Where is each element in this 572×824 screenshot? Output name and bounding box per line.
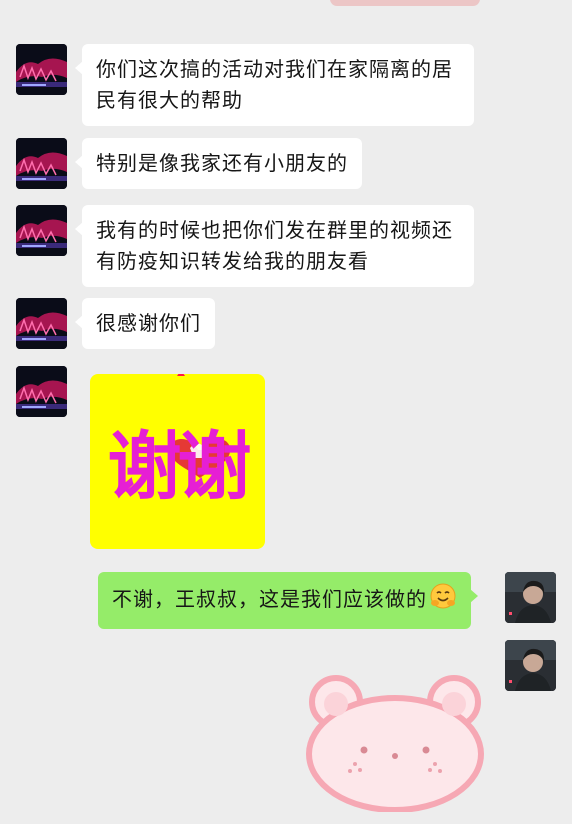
avatar-night-scene-image — [16, 44, 67, 95]
message-text: 我有的时候也把你们发在群里的视频还有防疫知识转发给我的朋友看 — [96, 218, 453, 273]
sticker-xiexie[interactable]: 谢谢 — [90, 374, 265, 549]
avatar-night-scene-image — [16, 298, 67, 349]
message-text: 不谢，王叔叔，这是我们应该做的 — [112, 587, 427, 611]
message-text: 特别是像我家还有小朋友的 — [96, 151, 348, 175]
avatar-contact[interactable] — [16, 366, 67, 417]
avatar-portrait-image — [505, 640, 556, 691]
hugging-face-emoji-icon — [429, 582, 457, 619]
message-bubble-incoming[interactable]: 很感谢你们 — [75, 298, 215, 349]
message-bubble-incoming[interactable]: 你们这次搞的活动对我们在家隔离的居民有很大的帮助 — [75, 44, 474, 126]
avatar-contact[interactable] — [16, 138, 67, 189]
avatar-contact[interactable] — [16, 44, 67, 95]
avatar-portrait-image — [505, 572, 556, 623]
avatar-contact[interactable] — [16, 205, 67, 256]
avatar-night-scene-image — [16, 205, 67, 256]
avatar-self[interactable] — [505, 640, 556, 691]
sticker-text: 谢谢 — [107, 424, 252, 510]
sticker-pink-bear[interactable] — [300, 672, 490, 813]
previous-message-fragment — [330, 0, 480, 6]
avatar-self[interactable] — [505, 572, 556, 623]
message-bubble-outgoing[interactable]: 不谢，王叔叔，这是我们应该做的 — [98, 572, 478, 629]
bear-face-icon — [306, 675, 484, 813]
message-bubble-incoming[interactable]: 我有的时候也把你们发在群里的视频还有防疫知识转发给我的朋友看 — [75, 205, 474, 287]
avatar-night-scene-image — [16, 366, 67, 417]
avatar-night-scene-image — [16, 138, 67, 189]
message-text: 很感谢你们 — [96, 311, 201, 335]
message-text: 你们这次搞的活动对我们在家隔离的居民有很大的帮助 — [96, 57, 453, 112]
message-bubble-incoming[interactable]: 特别是像我家还有小朋友的 — [75, 138, 362, 189]
avatar-contact[interactable] — [16, 298, 67, 349]
